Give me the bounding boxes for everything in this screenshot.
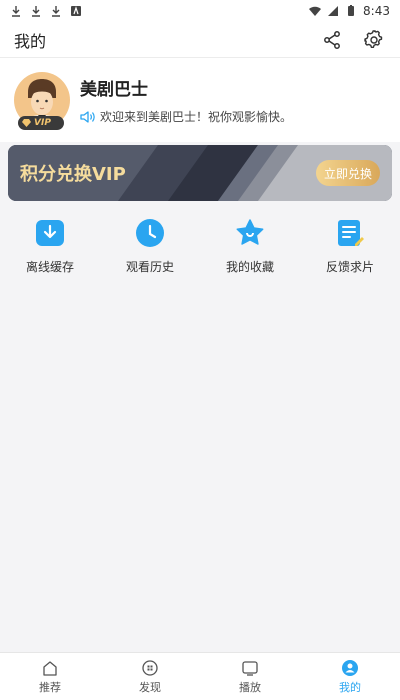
welcome-text: 欢迎来到美剧巴士！祝你观影愉快。 xyxy=(100,110,293,124)
share-button[interactable] xyxy=(320,28,344,52)
gear-icon xyxy=(364,29,383,48)
battery-icon xyxy=(348,5,355,16)
tab-mine[interactable]: 我的 xyxy=(315,659,385,695)
clock-icon xyxy=(135,218,165,248)
home-icon xyxy=(41,659,59,677)
download-notification-icon xyxy=(32,6,40,17)
profile-card[interactable]: VIP 美剧巴士 欢迎来到美剧巴士！祝你观影愉快。 xyxy=(0,58,400,142)
menu-label: 我的收藏 xyxy=(225,260,274,274)
clock-time: 8:43 xyxy=(363,4,390,18)
notification-icons xyxy=(10,5,82,17)
avatar-wrapper: VIP xyxy=(14,72,70,130)
tab-label: 播放 xyxy=(239,680,261,694)
username: 美剧巴士 xyxy=(80,80,148,100)
download-notification-icon xyxy=(12,6,20,17)
menu-item-feedback[interactable]: 反馈求片 xyxy=(310,218,390,288)
download-notification-icon xyxy=(52,6,60,17)
download-icon xyxy=(35,218,65,248)
system-icons: 8:43 xyxy=(309,4,390,18)
wifi-icon xyxy=(309,6,322,16)
tab-label: 我的 xyxy=(339,680,361,694)
profile-icon xyxy=(341,659,359,677)
share-icon xyxy=(324,30,340,49)
welcome-message: 欢迎来到美剧巴士！祝你观影愉快。 xyxy=(80,108,292,125)
diamond-icon xyxy=(22,119,31,127)
bottom-nav: 推荐 发现 播放 我的 xyxy=(0,652,400,700)
play-icon xyxy=(241,659,259,677)
header: 我的 xyxy=(0,22,400,58)
signal-icon xyxy=(328,6,339,16)
menu-label: 离线缓存 xyxy=(25,260,74,274)
tab-label: 推荐 xyxy=(39,680,61,694)
speaker-icon xyxy=(80,110,95,123)
vip-badge-label: VIP xyxy=(34,118,51,128)
app-notification-icon xyxy=(71,6,81,16)
profile-info: 美剧巴士 欢迎来到美剧巴士！祝你观影愉快。 xyxy=(80,75,292,125)
exchange-now-button[interactable]: 立即兑换 xyxy=(315,160,380,186)
vip-badge: VIP xyxy=(18,116,64,130)
settings-button[interactable] xyxy=(362,28,386,52)
screen: 8:43 我的 VIP 美剧巴士 欢迎来到美剧巴士！祝你观影愉快。 积分兑换VI… xyxy=(0,0,400,700)
star-icon xyxy=(235,218,265,248)
menu-label: 反馈求片 xyxy=(325,260,374,274)
feedback-icon xyxy=(335,218,365,248)
vip-exchange-banner[interactable]: 积分兑换VIP 立即兑换 xyxy=(8,145,392,201)
quick-menu: 离线缓存 观看历史 我的收藏 反馈求片 xyxy=(0,218,400,288)
tab-label: 发现 xyxy=(139,680,161,694)
banner-title: 积分兑换VIP xyxy=(20,164,126,185)
menu-label: 观看历史 xyxy=(125,260,174,274)
tab-play[interactable]: 播放 xyxy=(215,659,285,695)
tab-recommend[interactable]: 推荐 xyxy=(15,659,85,695)
discover-icon xyxy=(141,659,159,677)
tab-discover[interactable]: 发现 xyxy=(115,659,185,695)
menu-item-offline-cache[interactable]: 离线缓存 xyxy=(10,218,90,288)
menu-item-favorites[interactable]: 我的收藏 xyxy=(210,218,290,288)
status-bar: 8:43 xyxy=(0,0,400,22)
page-title: 我的 xyxy=(14,31,47,51)
header-actions xyxy=(320,28,386,52)
menu-item-watch-history[interactable]: 观看历史 xyxy=(110,218,190,288)
